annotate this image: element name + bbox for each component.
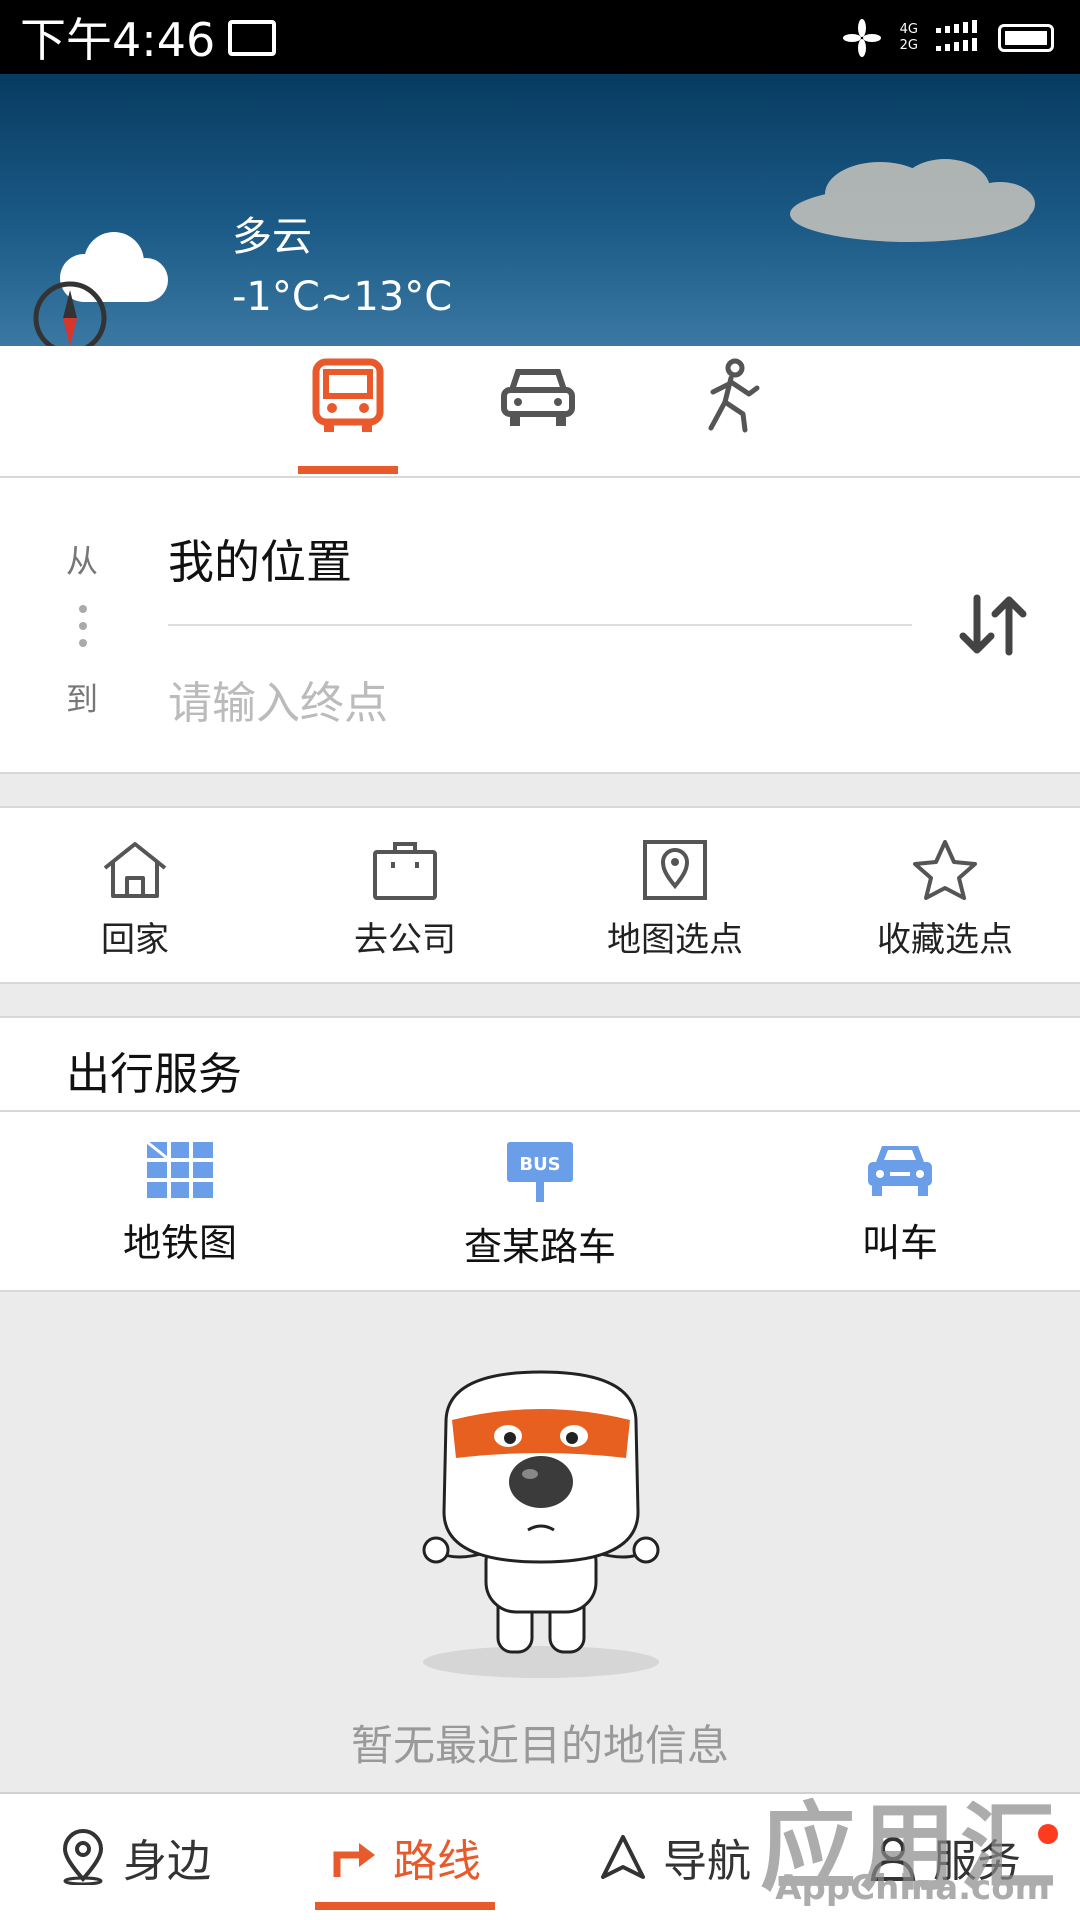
location-pin-icon	[62, 1829, 104, 1885]
image-notification-icon	[228, 20, 276, 56]
services-row: 地铁图 BUS 查某路车 叫车	[0, 1112, 1080, 1292]
mascot-illustration	[422, 1370, 660, 1678]
bus-stop-icon: BUS	[507, 1142, 573, 1202]
to-label: 到	[66, 680, 99, 718]
weather-info: 多云 -1°C~13°C	[232, 204, 452, 320]
flower-icon	[842, 19, 881, 57]
empty-message: 暂无最近目的地信息	[350, 1721, 729, 1770]
nav-route[interactable]: 路线	[270, 1794, 540, 1920]
home-icon	[103, 842, 167, 898]
status-time: 下午4:46	[20, 13, 216, 67]
notification-dot	[1038, 1824, 1058, 1844]
vertical-dots-icon	[79, 605, 87, 647]
service-bus-lookup[interactable]: BUS 查某路车	[360, 1112, 720, 1292]
battery-icon	[998, 24, 1054, 52]
tab-walk[interactable]	[678, 346, 788, 478]
bottom-navigation: 身边 路线 导航 服务	[0, 1792, 1080, 1920]
tab-car[interactable]	[483, 346, 593, 478]
status-bar: 下午4:46 4G 2G	[0, 0, 1080, 74]
map-pin-icon	[643, 840, 707, 900]
weather-condition: 多云	[232, 214, 312, 260]
network-labels: 4G 2G	[899, 22, 918, 53]
weather-banner: 多云 -1°C~13°C	[0, 74, 1080, 346]
svg-text:BUS: BUS	[519, 1154, 560, 1175]
nav-navigation[interactable]: 导航	[540, 1794, 810, 1920]
car-icon	[501, 369, 575, 426]
status-icons: 4G 2G	[842, 16, 1054, 60]
subway-map-icon	[146, 1140, 213, 1198]
compass-icon[interactable]	[30, 278, 110, 346]
transport-mode-tabs	[0, 346, 1080, 478]
sky-cloud-decoration	[790, 159, 1035, 242]
route-input-panel: 从 到 我的位置	[0, 478, 1080, 774]
signal-icon	[936, 20, 977, 51]
from-label: 从	[66, 542, 99, 580]
services-title: 出行服务	[66, 1049, 242, 1100]
bus-icon	[312, 358, 384, 432]
quick-actions: 回家 去公司 地图选点 收藏选点	[0, 806, 1080, 984]
nav-services[interactable]: 服务	[810, 1794, 1080, 1920]
user-icon	[870, 1837, 916, 1881]
destination-input[interactable]	[168, 668, 912, 738]
start-location-field[interactable]: 我的位置	[168, 526, 352, 592]
weather-temperature: -1°C~13°C	[232, 274, 453, 320]
travel-services: 出行服务 地铁图 BUS 查某路车 叫车	[0, 1016, 1080, 1292]
tab-bus[interactable]	[293, 346, 403, 478]
quick-action-home[interactable]: 回家	[0, 808, 270, 982]
service-subway-map[interactable]: 地铁图	[0, 1112, 360, 1292]
swap-direction-button[interactable]	[955, 590, 1031, 660]
route-arrow-icon	[333, 1843, 375, 1877]
quick-action-map-pick[interactable]: 地图选点	[540, 808, 810, 982]
quick-action-favorite[interactable]: 收藏选点	[810, 808, 1080, 982]
briefcase-icon	[373, 842, 437, 900]
service-call-taxi[interactable]: 叫车	[720, 1112, 1080, 1292]
nav-nearby[interactable]: 身边	[0, 1794, 270, 1920]
input-divider	[168, 624, 912, 626]
recent-destinations-empty: 暂无最近目的地信息	[0, 1292, 1080, 1792]
navigation-arrow-icon	[601, 1835, 645, 1879]
taxi-icon	[868, 1146, 932, 1196]
quick-action-company[interactable]: 去公司	[270, 808, 540, 982]
walk-icon	[708, 358, 760, 433]
star-icon	[913, 840, 977, 900]
